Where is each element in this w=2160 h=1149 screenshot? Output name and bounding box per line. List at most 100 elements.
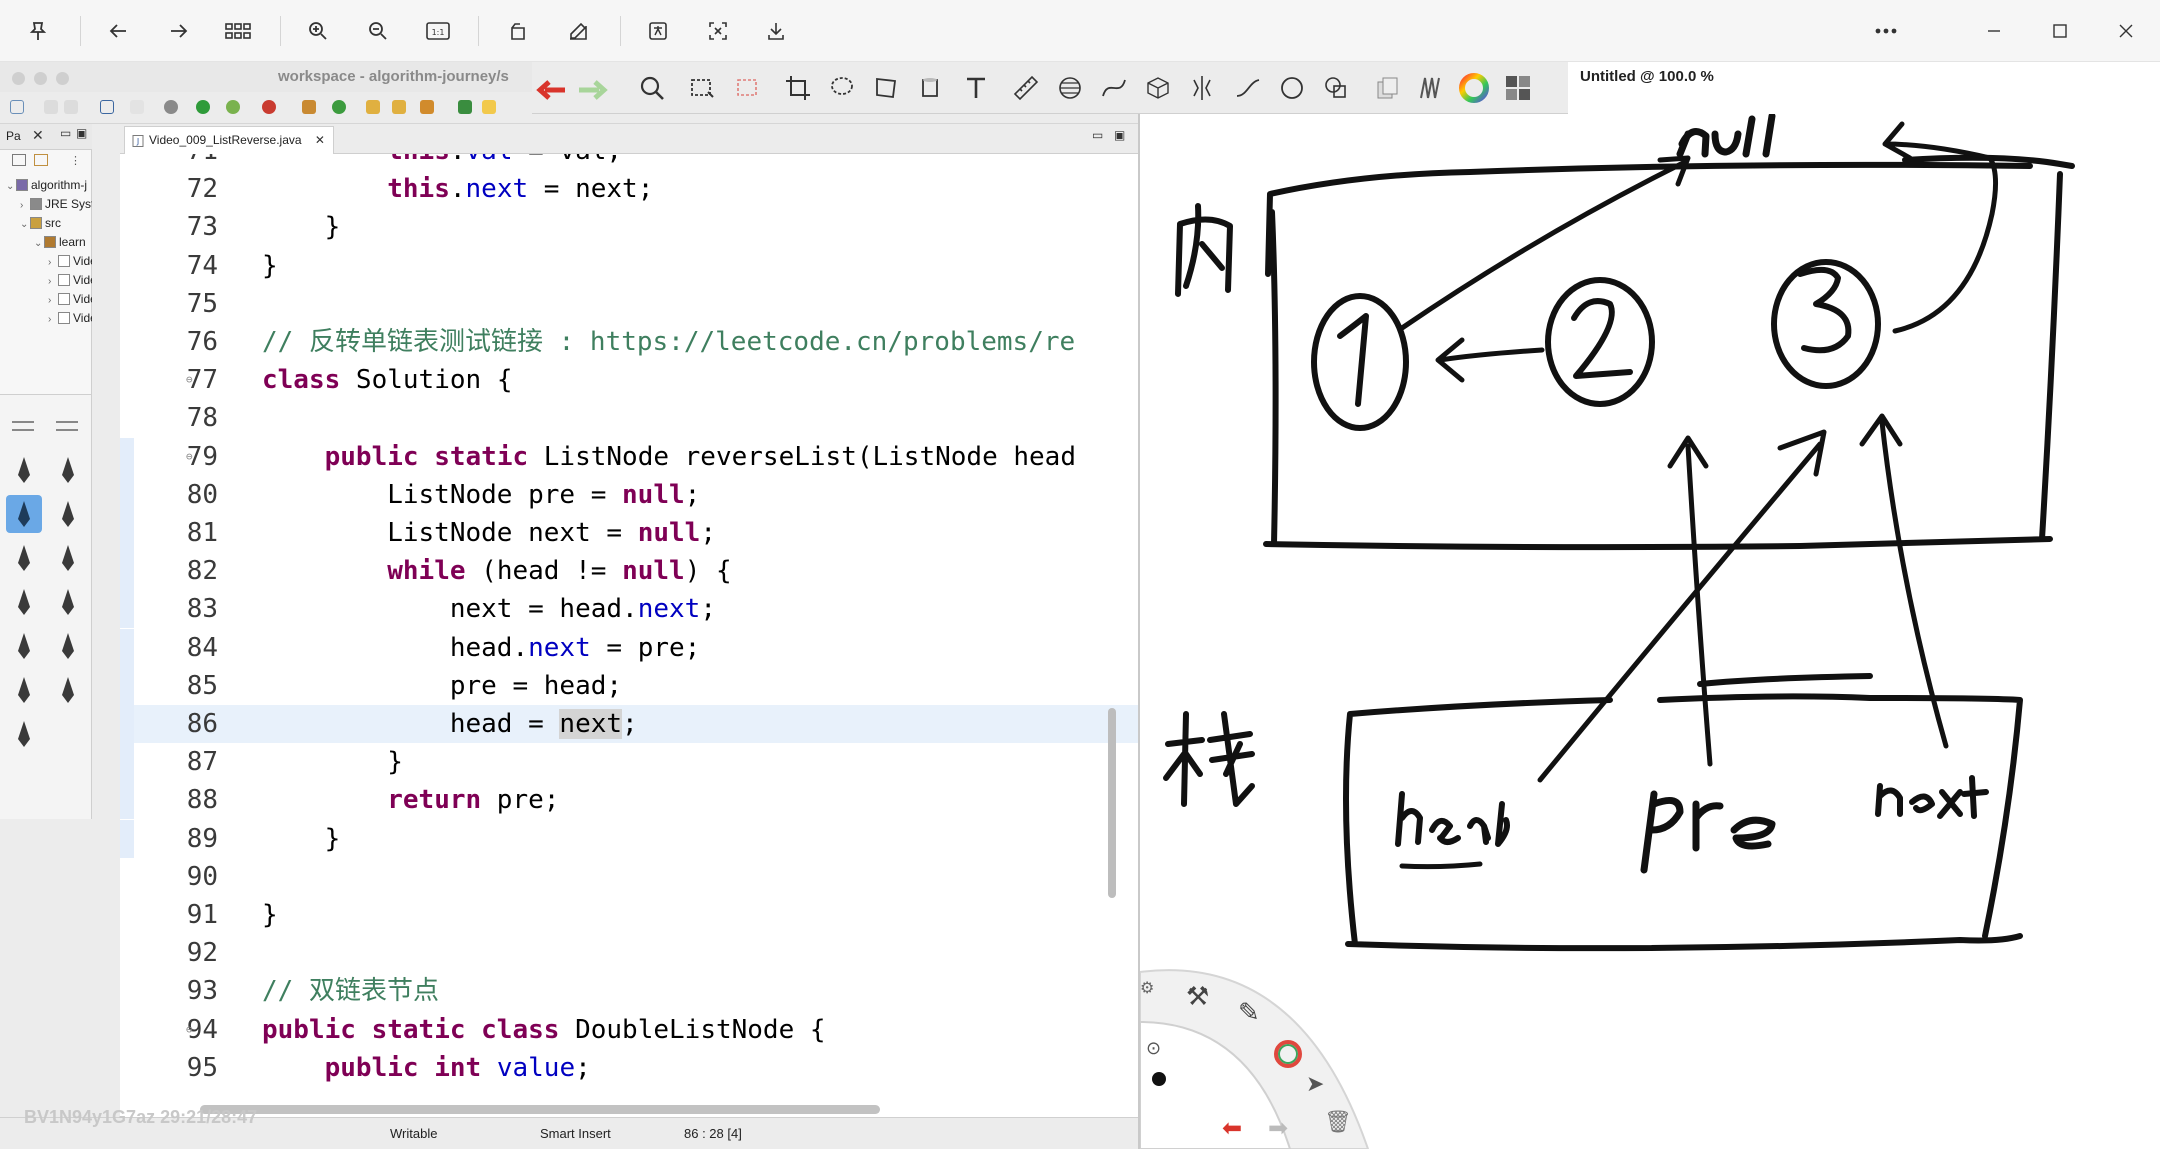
crop-icon[interactable]: [778, 68, 818, 108]
code-line[interactable]: 82 while (head != null) {: [120, 552, 1138, 591]
fold-toggle-icon[interactable]: ⊖: [186, 361, 193, 399]
debug-icon[interactable]: [164, 100, 178, 114]
editor-tab[interactable]: J Video_009_ListReverse.java ✕: [124, 126, 334, 154]
transform-icon[interactable]: [866, 68, 906, 108]
code-area[interactable]: 71 this.val = val;72 this.next = next;73…: [120, 154, 1138, 1124]
edit-icon[interactable]: [558, 11, 598, 51]
expand-chevron-icon[interactable]: ›: [48, 276, 58, 287]
palette-settings-icon[interactable]: [12, 421, 34, 431]
tree-item[interactable]: ⌄ src: [0, 216, 92, 235]
actual-size-icon[interactable]: 1:1: [418, 11, 458, 51]
water-drop-icon[interactable]: [50, 627, 86, 665]
tree-item[interactable]: › Vide: [0, 292, 92, 311]
pointer-icon[interactable]: ➤: [1306, 1072, 1324, 1097]
minimize-icon[interactable]: [1974, 11, 2014, 51]
gear-icon[interactable]: ⚙: [1140, 978, 1154, 997]
fold-toggle-icon[interactable]: ⊖: [186, 1011, 193, 1049]
editor-minimize-icon[interactable]: ▭: [1092, 128, 1103, 142]
code-line[interactable]: 84 head.next = pre;: [120, 628, 1138, 667]
tree-item[interactable]: › Vide: [0, 273, 92, 292]
swatches-icon[interactable]: [1498, 68, 1538, 108]
pen-tool-icon[interactable]: [50, 451, 86, 489]
stroke-icon[interactable]: [1228, 68, 1268, 108]
lasso-icon[interactable]: [822, 68, 862, 108]
grid-view-icon[interactable]: [218, 11, 258, 51]
external-tools-icon[interactable]: [262, 100, 276, 114]
expand-chevron-icon[interactable]: ›: [20, 200, 30, 211]
run-icon[interactable]: [196, 100, 210, 114]
brush-tool-icon[interactable]: [6, 539, 42, 577]
airbrush-tool-icon[interactable]: [6, 627, 42, 665]
code-line[interactable]: 85 pre = head;: [120, 666, 1138, 705]
expand-chevron-icon[interactable]: ›: [48, 314, 58, 325]
symmetry-icon[interactable]: [1182, 68, 1222, 108]
package-explorer-tab[interactable]: Pa: [6, 129, 21, 143]
code-line[interactable]: 89 }: [120, 819, 1138, 858]
close-tab-icon[interactable]: ✕: [315, 133, 325, 147]
tree-item[interactable]: ⌄ algorithm-j: [0, 178, 92, 197]
minimize-window-button[interactable]: [34, 72, 47, 85]
link-editor-icon[interactable]: [34, 154, 48, 166]
code-line[interactable]: 81 ListNode next = null;: [120, 514, 1138, 552]
save-all-icon[interactable]: [64, 100, 78, 114]
maximize-view-icon[interactable]: ▣: [76, 126, 87, 140]
vertical-scrollbar[interactable]: [1108, 708, 1116, 898]
magnifier-icon[interactable]: [632, 68, 672, 108]
code-line[interactable]: 78: [120, 399, 1138, 437]
highlight-icon[interactable]: [482, 100, 496, 114]
redo-icon[interactable]: [572, 68, 612, 108]
zoom-out-icon[interactable]: [358, 11, 398, 51]
calligraphy-pen-icon[interactable]: [50, 583, 86, 621]
code-line[interactable]: 72 this.next = next;: [120, 170, 1138, 208]
perspective-icon[interactable]: [1050, 68, 1090, 108]
tools-icon[interactable]: ⚒: [1186, 982, 1209, 1012]
expand-chevron-icon[interactable]: ›: [48, 257, 58, 268]
brush-icon[interactable]: ✎: [1238, 998, 1260, 1028]
curve-icon[interactable]: [1094, 68, 1134, 108]
forward-arrow-icon[interactable]: [158, 11, 198, 51]
new-package-icon[interactable]: [302, 100, 316, 114]
brush-library-icon[interactable]: [1410, 68, 1450, 108]
editor-maximize-icon[interactable]: ▣: [1114, 128, 1125, 142]
technical-pen-icon[interactable]: [6, 583, 42, 621]
rotate-icon[interactable]: [498, 11, 538, 51]
code-line[interactable]: 91}: [120, 896, 1138, 934]
pin-icon[interactable]: [18, 11, 58, 51]
code-line[interactable]: 88 return pre;: [120, 781, 1138, 820]
maximize-icon[interactable]: [2040, 11, 2080, 51]
horizontal-scrollbar[interactable]: [200, 1105, 880, 1114]
code-line[interactable]: 71 this.val = val;: [120, 154, 1138, 170]
code-line[interactable]: 92: [120, 934, 1138, 972]
code-line[interactable]: 90: [120, 858, 1138, 896]
opacity-icon[interactable]: ⊙: [1146, 1038, 1161, 1059]
skip-breakpoints-icon[interactable]: [130, 100, 144, 114]
gradient-tool-icon[interactable]: [50, 671, 86, 709]
expand-chevron-icon[interactable]: ⌄: [6, 181, 16, 192]
search-tool-icon[interactable]: [420, 100, 434, 114]
save-icon[interactable]: [44, 100, 58, 114]
minimize-view-icon[interactable]: ▭: [60, 126, 71, 140]
color-wheel-icon[interactable]: [1454, 68, 1494, 108]
ellipse-icon[interactable]: [1272, 68, 1312, 108]
code-line[interactable]: 80 ListNode pre = null;: [120, 475, 1138, 514]
expand-chevron-icon[interactable]: ⌄: [20, 219, 30, 230]
ink-tool-icon[interactable]: [50, 495, 86, 533]
open-type-icon[interactable]: [366, 100, 380, 114]
code-line[interactable]: 83 next = head.next;: [120, 590, 1138, 629]
code-line[interactable]: 95 public int value;: [120, 1049, 1138, 1087]
bucket-icon[interactable]: [910, 68, 950, 108]
coverage-icon[interactable]: [226, 100, 240, 114]
selection-icon[interactable]: [682, 68, 722, 108]
tree-item[interactable]: › Vide: [0, 254, 92, 273]
color-picker-icon[interactable]: [1274, 1040, 1302, 1068]
mark-occurrences-icon[interactable]: [458, 100, 472, 114]
marquee-icon[interactable]: [728, 68, 768, 108]
translate-icon[interactable]: [638, 11, 678, 51]
code-line[interactable]: 93 // 双链表节点: [120, 972, 1138, 1010]
ruler-icon[interactable]: [1006, 68, 1046, 108]
close-icon[interactable]: [2106, 11, 2146, 51]
screenshot-icon[interactable]: [698, 11, 738, 51]
3d-grid-icon[interactable]: [1138, 68, 1178, 108]
zoom-in-icon[interactable]: [298, 11, 338, 51]
layers-icon[interactable]: [1368, 68, 1408, 108]
